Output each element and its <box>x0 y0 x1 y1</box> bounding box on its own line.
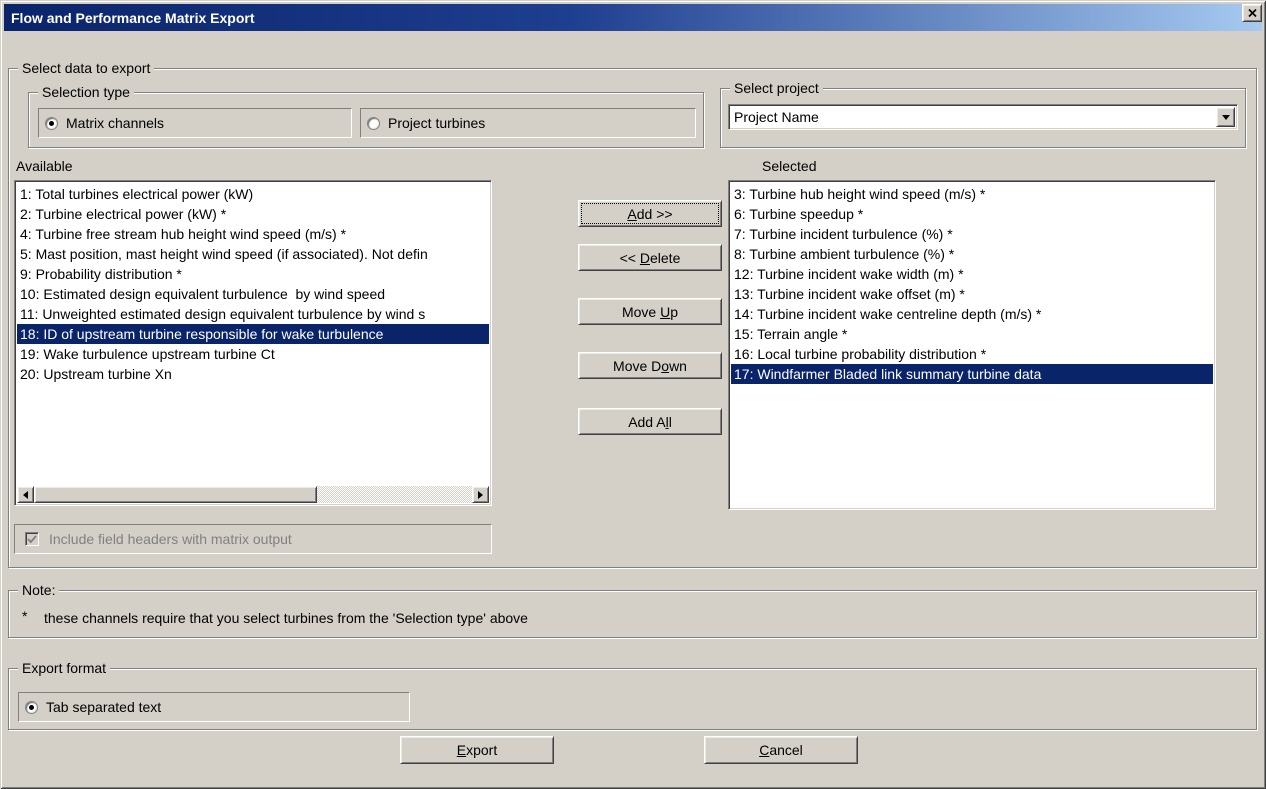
move-up-button[interactable]: Move Up <box>578 298 722 325</box>
project-select[interactable]: Project Name <box>728 104 1238 130</box>
list-item[interactable]: 6: Turbine speedup * <box>731 204 1213 224</box>
radio-matrix-channels-label: Matrix channels <box>66 115 164 131</box>
combo-dropdown-button[interactable] <box>1216 107 1235 127</box>
include-headers-checkbox <box>25 532 39 546</box>
check-icon <box>27 535 37 544</box>
scroll-right-icon <box>478 491 483 499</box>
available-list-hscrollbar[interactable] <box>17 486 489 503</box>
project-select-value: Project Name <box>729 109 1216 125</box>
list-item[interactable]: 12: Turbine incident wake width (m) * <box>731 264 1213 284</box>
list-item[interactable]: 16: Local turbine probability distributi… <box>731 344 1213 364</box>
list-item[interactable]: 4: Turbine free stream hub height wind s… <box>17 224 489 244</box>
note-asterisk: * <box>22 608 27 624</box>
note-text: these channels require that you select t… <box>44 610 528 626</box>
list-item[interactable]: 20: Upstream turbine Xn <box>17 364 489 384</box>
selected-label: Selected <box>762 158 816 174</box>
radio-tab-separated-label: Tab separated text <box>46 699 161 715</box>
list-item[interactable]: 3: Turbine hub height wind speed (m/s) * <box>731 184 1213 204</box>
delete-button[interactable]: << Delete <box>578 244 722 271</box>
list-item[interactable]: 8: Turbine ambient turbulence (%) * <box>731 244 1213 264</box>
group-select-data-label: Select data to export <box>18 60 154 76</box>
include-headers-label: Include field headers with matrix output <box>49 531 292 547</box>
list-item[interactable]: 7: Turbine incident turbulence (%) * <box>731 224 1213 244</box>
list-item-selected[interactable]: 18: ID of upstream turbine responsible f… <box>17 324 489 344</box>
radio-project-turbines-label: Project turbines <box>388 115 485 131</box>
group-note-label: Note: <box>18 582 59 598</box>
list-item[interactable]: 13: Turbine incident wake offset (m) * <box>731 284 1213 304</box>
include-headers-panel: Include field headers with matrix output <box>14 524 492 554</box>
window-title: Flow and Performance Matrix Export <box>4 10 255 26</box>
list-item[interactable]: 1: Total turbines electrical power (kW) <box>17 184 489 204</box>
option-matrix-channels[interactable]: Matrix channels <box>38 108 352 138</box>
list-item[interactable]: 15: Terrain angle * <box>731 324 1213 344</box>
list-item[interactable]: 5: Mast position, mast height wind speed… <box>17 244 489 264</box>
scroll-right-button[interactable] <box>472 486 489 503</box>
scroll-left-icon <box>23 491 28 499</box>
dialog-window: Flow and Performance Matrix Export Selec… <box>0 0 1266 789</box>
available-list[interactable]: 1: Total turbines electrical power (kW) … <box>14 180 492 506</box>
add-button[interactable]: Add >> <box>578 200 722 227</box>
selected-list[interactable]: 3: Turbine hub height wind speed (m/s) *… <box>728 180 1216 510</box>
group-export-format-label: Export format <box>18 660 110 676</box>
list-item-selected[interactable]: 17: Windfarmer Bladed link summary turbi… <box>731 364 1213 384</box>
title-bar[interactable]: Flow and Performance Matrix Export <box>4 4 1262 31</box>
available-rows: 1: Total turbines electrical power (kW) … <box>17 184 489 384</box>
scroll-thumb[interactable] <box>34 486 317 503</box>
list-item[interactable]: 19: Wake turbulence upstream turbine Ct <box>17 344 489 364</box>
add-all-button[interactable]: Add All <box>578 408 722 435</box>
scroll-track[interactable] <box>317 486 472 503</box>
list-item[interactable]: 14: Turbine incident wake centreline dep… <box>731 304 1213 324</box>
close-icon <box>1248 9 1257 17</box>
list-item[interactable]: 11: Unweighted estimated design equivale… <box>17 304 489 324</box>
radio-tab-separated[interactable] <box>25 701 38 714</box>
move-down-button[interactable]: Move Down <box>578 352 722 379</box>
radio-matrix-channels[interactable] <box>45 117 58 130</box>
available-label: Available <box>16 158 73 174</box>
close-button[interactable] <box>1242 4 1262 22</box>
option-project-turbines[interactable]: Project turbines <box>360 108 696 138</box>
chevron-down-icon <box>1222 115 1230 120</box>
cancel-button[interactable]: Cancel <box>704 736 858 764</box>
scroll-left-button[interactable] <box>17 486 34 503</box>
export-button[interactable]: Export <box>400 736 554 764</box>
list-item[interactable]: 2: Turbine electrical power (kW) * <box>17 204 489 224</box>
group-select-project-label: Select project <box>730 80 823 96</box>
selected-rows: 3: Turbine hub height wind speed (m/s) *… <box>731 184 1213 384</box>
radio-project-turbines[interactable] <box>367 117 380 130</box>
option-tab-separated[interactable]: Tab separated text <box>18 692 410 722</box>
list-item[interactable]: 9: Probability distribution * <box>17 264 489 284</box>
list-item[interactable]: 10: Estimated design equivalent turbulen… <box>17 284 489 304</box>
group-selection-type-label: Selection type <box>38 84 134 100</box>
